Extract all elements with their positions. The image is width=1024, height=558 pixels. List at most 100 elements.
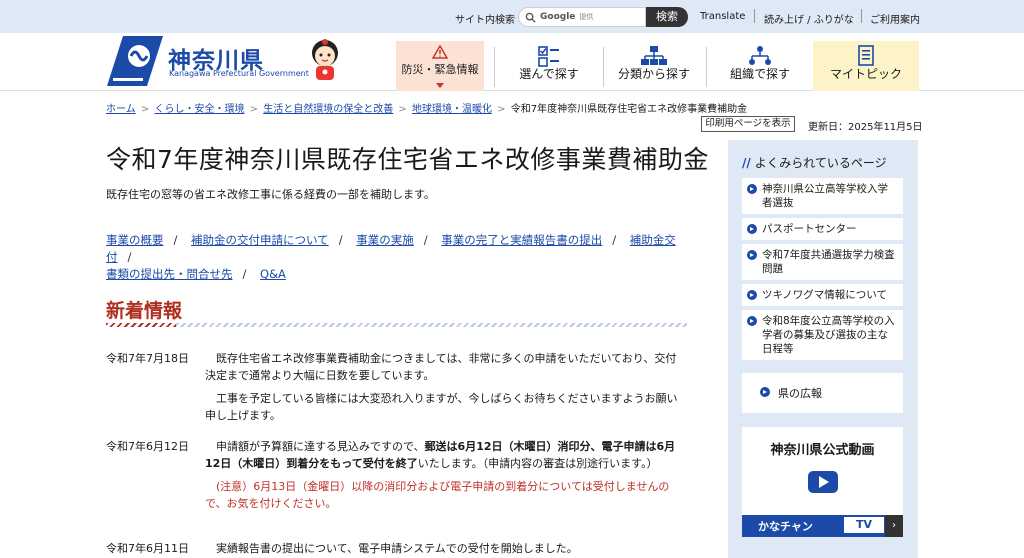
news-caution: (注意）6月13日（金曜日）以降の消印分および電子申請の到着分については受付しま… xyxy=(205,480,670,510)
search-input[interactable]: Google 提供 xyxy=(518,7,646,27)
breadcrumb-home[interactable]: ホーム xyxy=(106,104,136,115)
category-icon xyxy=(641,46,667,65)
sidebar-item-label: パスポートセンター xyxy=(762,223,857,235)
search-sub: 提供 xyxy=(579,13,594,21)
sidebar-item[interactable]: 令和8年度公立高等学校の入学者の募集及び選抜の主な日程等 xyxy=(742,310,903,360)
news-text: 申請額が予算額に達する見込みですので、郵送は6月12日（木曜日）消印分、電子申請… xyxy=(205,438,686,472)
nav-divider xyxy=(494,47,495,87)
print-button[interactable]: 印刷用ページを表示 xyxy=(701,116,795,132)
news-text: 実績報告書の提出について、電子申請システムでの受付を開始しました。 xyxy=(216,542,578,555)
news-date: 令和7年6月12日 xyxy=(106,440,189,453)
arrow-circle-icon xyxy=(747,224,757,234)
breadcrumb-environment[interactable]: 生活と自然環境の保全と改善 xyxy=(263,104,393,115)
breadcrumb-life[interactable]: くらし・安全・環境 xyxy=(154,104,244,115)
nav-label: 防災・緊急情報 xyxy=(401,63,479,76)
kanachan-tv-bar: かなチャン TV › xyxy=(742,515,903,537)
breadcrumb-separator: > xyxy=(395,104,410,115)
arrow-circle-icon xyxy=(747,184,757,194)
anchor-separator: / xyxy=(612,233,617,247)
news-text: 既存住宅省エネ改修事業費補助金につきましては、非常に多くの申請をいただいており、… xyxy=(205,352,677,382)
chevron-down-icon xyxy=(436,83,444,88)
select-icon xyxy=(538,46,559,67)
sidebar-heading-text: よくみられているページ xyxy=(754,156,887,170)
breadcrumb-separator: > xyxy=(493,104,509,115)
news-date: 令和7年6月11日 xyxy=(106,542,189,555)
nav-category[interactable]: 分類から探す xyxy=(608,41,700,91)
play-icon xyxy=(808,471,838,493)
breadcrumb-current: 令和7年度神奈川県既存住宅省エネ改修事業費補助金 xyxy=(510,104,748,115)
sidebar-heading: //よくみられているページ xyxy=(742,154,887,171)
anchor-qa[interactable]: Q&A xyxy=(260,267,286,281)
sidebar-item[interactable]: ツキノワグマ情報について xyxy=(742,284,903,306)
news-heading: 新着情報 xyxy=(106,300,183,322)
read-aloud-link[interactable]: 読み上げ / ふりがな xyxy=(764,11,854,26)
site-header: 神奈川県 Kanagawa Prefectural Government 防災・… xyxy=(0,33,1024,91)
kanagawa-logo-icon[interactable] xyxy=(107,36,163,86)
kohou-link[interactable]: 県の広報 xyxy=(742,373,903,413)
arrow-circle-icon xyxy=(747,290,757,300)
sidebar-item[interactable]: 令和7年度共通選抜学力検査問題 xyxy=(742,244,903,280)
anchor-separator: / xyxy=(242,267,247,281)
divider xyxy=(754,9,755,23)
anchor-contact[interactable]: 書類の提出先・問合せ先 xyxy=(106,267,233,281)
nav-disaster[interactable]: 防災・緊急情報 xyxy=(396,41,484,91)
anchor-separator: / xyxy=(127,250,132,264)
official-video-banner[interactable]: 神奈川県公式動画 かなチャン TV › xyxy=(742,427,903,537)
anchor-separator: / xyxy=(338,233,343,247)
mytopic-icon xyxy=(858,45,874,66)
nav-label: 分類から探す xyxy=(617,67,690,81)
divider xyxy=(861,9,862,23)
nav-mytopic[interactable]: マイトピック xyxy=(813,41,919,91)
news-date: 令和7年7月18日 xyxy=(106,352,189,365)
slash-icon: // xyxy=(742,156,751,170)
news-text-part: いたします。（申請内容の審査は別途行います。） xyxy=(417,457,658,470)
sidebar-item-label: 令和8年度公立高等学校の入学者の募集及び選抜の主な日程等 xyxy=(762,315,895,355)
anchor-links: 事業の概要 / 補助金の交付申請について / 事業の実施 / 事業の完了と実績報告書の… xyxy=(106,232,696,283)
utility-bar: サイト内検索 Google 提供 検索 Translate 読み上げ / ふりが… xyxy=(0,0,1024,33)
nav-label: 選んで探す xyxy=(519,67,579,81)
breadcrumb-separator: > xyxy=(246,104,262,115)
nav-organization[interactable]: 組織で探す xyxy=(712,41,808,91)
sidebar-item[interactable]: パスポートセンター xyxy=(742,218,903,240)
nav-select[interactable]: 選んで探す xyxy=(500,41,598,91)
video-title: 神奈川県公式動画 xyxy=(770,443,875,458)
tv-mark: TV xyxy=(844,517,884,533)
breadcrumb: ホーム > くらし・安全・環境 > 生活と自然環境の保全と改善 > 地球環境・温… xyxy=(106,100,747,115)
anchor-application[interactable]: 補助金の交付申請について xyxy=(191,233,329,247)
nav-label: マイトピック xyxy=(829,67,902,81)
nav-divider xyxy=(706,47,707,87)
chevron-right-icon: › xyxy=(885,515,903,537)
updated-date: 更新日：2025年11月5日 xyxy=(808,122,923,133)
sidebar-item-label: ツキノワグマ情報について xyxy=(762,289,887,301)
anchor-report[interactable]: 事業の完了と実績報告書の提出 xyxy=(441,233,602,247)
anchor-implementation[interactable]: 事業の実施 xyxy=(356,233,414,247)
lead-text: 既存住宅の窓等の省エネ改修工事に係る経費の一部を補助します。 xyxy=(106,188,435,201)
sidebar-item[interactable]: 神奈川県公立高等学校入学者選抜 xyxy=(742,178,903,214)
news-text-part: 申請額が予算額に達する見込みですので、 xyxy=(216,440,425,453)
sidebar-item-label: 神奈川県公立高等学校入学者選抜 xyxy=(762,183,888,209)
news-text: 工事を予定している皆様には大変恐れ入りますが、今しばらくお待ちくださいますようお… xyxy=(205,392,678,422)
guide-link[interactable]: ご利用案内 xyxy=(870,11,920,26)
page-title: 令和7年度神奈川県既存住宅省エネ改修事業費補助金 xyxy=(106,145,709,174)
mascot-icon xyxy=(312,39,338,80)
nav-label: 組織で探す xyxy=(729,67,790,81)
news-divider-accent xyxy=(106,323,176,327)
anchor-separator: / xyxy=(173,233,178,247)
search-icon xyxy=(525,12,536,23)
breadcrumb-warming[interactable]: 地球環境・温暖化 xyxy=(412,104,492,115)
search-button[interactable]: 検索 xyxy=(646,7,688,27)
translate-link[interactable]: Translate xyxy=(700,11,745,22)
news-body: 実績報告書の提出について、電子申請システムでの受付を開始しました。 xyxy=(205,540,686,558)
tv-label: かなチャン xyxy=(758,520,813,533)
anchor-overview[interactable]: 事業の概要 xyxy=(106,233,164,247)
sidebar-item-label: 令和7年度共通選抜学力検査問題 xyxy=(762,249,895,275)
kohou-label: 県の広報 xyxy=(778,387,822,400)
news-divider xyxy=(106,323,687,327)
arrow-circle-icon xyxy=(747,250,757,260)
sidebar: //よくみられているページ 神奈川県公立高等学校入学者選抜 パスポートセンター … xyxy=(728,140,918,558)
news-body: 既存住宅省エネ改修事業費補助金につきましては、非常に多くの申請をいただいており、… xyxy=(205,350,686,430)
search-brand: Google xyxy=(540,12,576,22)
organization-icon xyxy=(749,46,771,65)
nav-divider xyxy=(603,47,604,87)
arrow-circle-icon xyxy=(747,316,757,326)
